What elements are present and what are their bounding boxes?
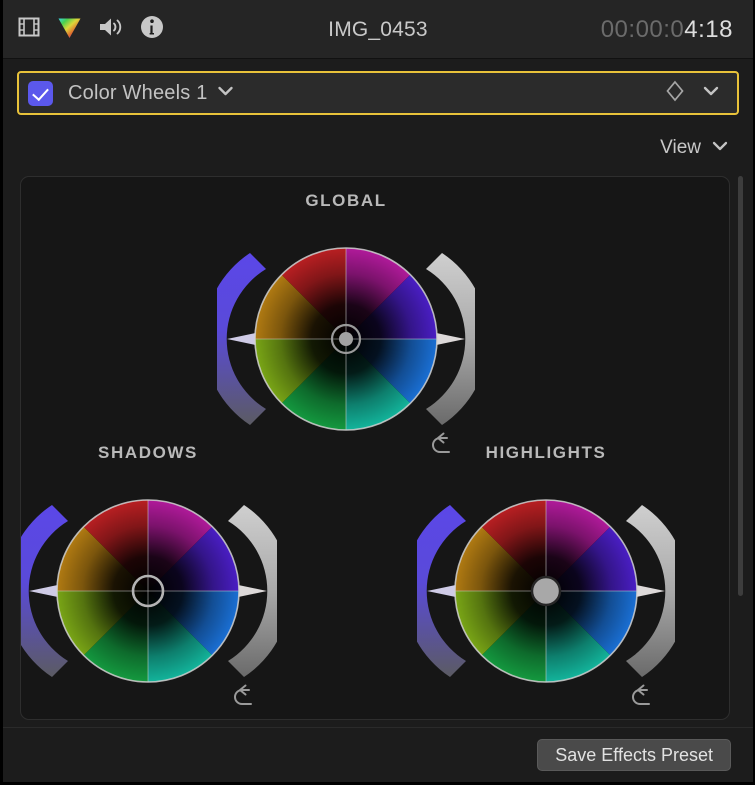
timecode-active: 4:18 xyxy=(684,15,733,43)
effect-header-row[interactable]: Color Wheels 1 xyxy=(17,71,739,115)
inspector-scrollbar[interactable] xyxy=(736,176,745,720)
effect-enable-checkbox[interactable] xyxy=(28,80,53,106)
inspector-topbar: IMG_0453 00:00:0 4:18 xyxy=(3,0,753,59)
save-effects-preset-button[interactable]: Save Effects Preset xyxy=(537,739,731,771)
view-menu[interactable]: View xyxy=(660,132,729,164)
wheel-group-global: GLOBAL xyxy=(201,191,491,459)
reset-button-shadows[interactable] xyxy=(231,683,259,716)
color-wheel-global[interactable] xyxy=(217,219,475,459)
wheel-label-highlights: HIGHLIGHTS xyxy=(485,443,607,462)
wheel-group-highlights: HIGHLIGHTS xyxy=(401,443,691,711)
effect-name-label: Color Wheels 1 xyxy=(68,81,208,104)
timecode-display[interactable]: 00:00:0 4:18 xyxy=(601,0,733,59)
view-label: View xyxy=(660,137,701,158)
wheel-label-shadows: SHADOWS xyxy=(98,443,198,462)
reset-button-highlights[interactable] xyxy=(629,683,657,716)
timecode-leading: 00:00:0 xyxy=(600,15,685,43)
wheel-group-shadows: SHADOWS xyxy=(21,443,293,711)
color-wheel-shadows[interactable] xyxy=(21,471,277,711)
color-wheels-inspector: IMG_0453 00:00:0 4:18 Color Wheels 1 View xyxy=(0,0,755,785)
inspector-bottom-bar: Save Effects Preset xyxy=(3,727,753,782)
wheel-puck-highlights xyxy=(530,575,562,607)
color-wheels-panel: GLOBAL SHADOWS HIGHLIGHTS xyxy=(20,176,730,720)
effect-collapse-chevron-down-icon[interactable] xyxy=(702,84,720,102)
effect-name-chevron-down-icon[interactable] xyxy=(217,84,234,102)
diamond-keyframe-icon[interactable] xyxy=(665,80,685,107)
scrollbar-thumb[interactable] xyxy=(738,176,743,596)
view-chevron-down-icon[interactable] xyxy=(711,139,729,157)
color-wheel-highlights[interactable] xyxy=(417,471,675,711)
wheel-label-global: GLOBAL xyxy=(305,191,387,210)
